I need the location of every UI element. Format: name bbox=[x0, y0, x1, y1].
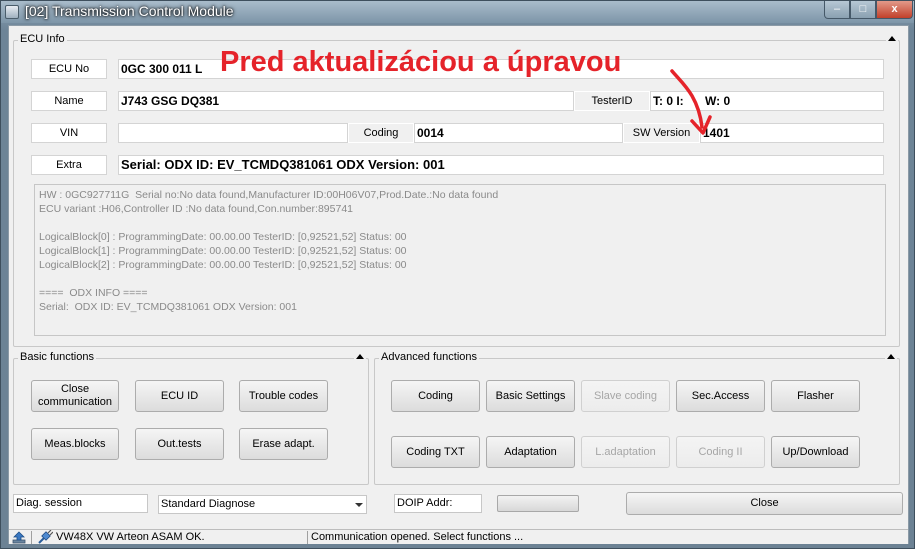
diag-session-label: Diag. session bbox=[13, 494, 148, 513]
app-icon bbox=[5, 5, 19, 19]
sec-access-button[interactable]: Sec.Access bbox=[676, 380, 765, 412]
title-bar[interactable]: [02] Transmission Control Module – □ x bbox=[1, 1, 914, 23]
vin-label: VIN bbox=[31, 123, 107, 143]
collapse-arrow-icon[interactable] bbox=[886, 34, 898, 44]
slave-coding-button[interactable]: Slave coding bbox=[581, 380, 670, 412]
status-message: Communication opened. Select functions .… bbox=[311, 531, 524, 543]
connection-plug-icon bbox=[38, 530, 53, 544]
window-title: [02] Transmission Control Module bbox=[25, 3, 234, 19]
sw-version-value: 1401 bbox=[700, 123, 884, 143]
l-adaptation-button[interactable]: L.adaptation bbox=[581, 436, 670, 468]
advanced-functions-label: Advanced functions bbox=[379, 351, 480, 363]
testerid-label: TesterID bbox=[574, 91, 650, 111]
collapse-arrow-icon[interactable] bbox=[354, 352, 366, 362]
erase-adapt-button[interactable]: Erase adapt. bbox=[239, 428, 328, 460]
coding-txt-button[interactable]: Coding TXT bbox=[391, 436, 480, 468]
flasher-button[interactable]: Flasher bbox=[771, 380, 860, 412]
progress-bar bbox=[497, 495, 579, 512]
minimize-button[interactable]: – bbox=[824, 1, 850, 19]
up-download-button[interactable]: Up/Download bbox=[771, 436, 860, 468]
basic-settings-button[interactable]: Basic Settings bbox=[486, 380, 575, 412]
diag-session-select[interactable]: Standard Diagnose bbox=[158, 495, 367, 514]
client-area: ECU Info ECU No 0GC 300 011 L Name J743 … bbox=[8, 25, 909, 544]
annotation-arrow-icon bbox=[670, 69, 712, 135]
diag-session-value: Standard Diagnose bbox=[161, 498, 256, 510]
extra-label: Extra bbox=[31, 155, 107, 175]
out-tests-button[interactable]: Out.tests bbox=[135, 428, 224, 460]
ecu-id-button[interactable]: ECU ID bbox=[135, 380, 224, 412]
doip-addr-label: DOIP Addr: bbox=[394, 494, 482, 513]
close-communication-button[interactable]: Close communication bbox=[31, 380, 119, 412]
coding-value: 0014 bbox=[414, 123, 623, 143]
ecu-no-label: ECU No bbox=[31, 59, 107, 79]
coding-label: Coding bbox=[348, 123, 414, 143]
upload-icon[interactable] bbox=[12, 531, 26, 544]
extra-value: Serial: ODX ID: EV_TCMDQ381061 ODX Versi… bbox=[118, 155, 884, 175]
adaptation-button[interactable]: Adaptation bbox=[486, 436, 575, 468]
application-window: [02] Transmission Control Module – □ x E… bbox=[0, 0, 915, 549]
basic-functions-label: Basic functions bbox=[18, 351, 96, 363]
vin-value bbox=[118, 123, 348, 143]
close-button[interactable]: Close bbox=[626, 492, 903, 515]
status-divider bbox=[307, 531, 308, 544]
status-connection: VW48X VW Arteon ASAM OK. bbox=[56, 531, 205, 543]
window-close-button[interactable]: x bbox=[876, 1, 913, 19]
basic-functions-group: Basic functions bbox=[13, 351, 369, 485]
ecu-details-textbox[interactable]: HW : 0GC927711G Serial no:No data found,… bbox=[34, 184, 886, 336]
status-bar: VW48X VW Arteon ASAM OK. Communication o… bbox=[9, 529, 908, 544]
ecu-info-group-label: ECU Info bbox=[18, 33, 67, 45]
annotation-title: Pred aktualizáciou a úpravou bbox=[220, 46, 622, 78]
collapse-arrow-icon[interactable] bbox=[885, 352, 897, 362]
name-value: J743 GSG DQ381 bbox=[118, 91, 574, 111]
trouble-codes-button[interactable]: Trouble codes bbox=[239, 380, 328, 412]
maximize-button[interactable]: □ bbox=[850, 1, 876, 19]
coding-button[interactable]: Coding bbox=[391, 380, 480, 412]
chevron-down-icon[interactable] bbox=[351, 496, 366, 513]
name-label: Name bbox=[31, 91, 107, 111]
status-divider bbox=[31, 531, 32, 544]
meas-blocks-button[interactable]: Meas.blocks bbox=[31, 428, 119, 460]
coding-ii-button[interactable]: Coding II bbox=[676, 436, 765, 468]
